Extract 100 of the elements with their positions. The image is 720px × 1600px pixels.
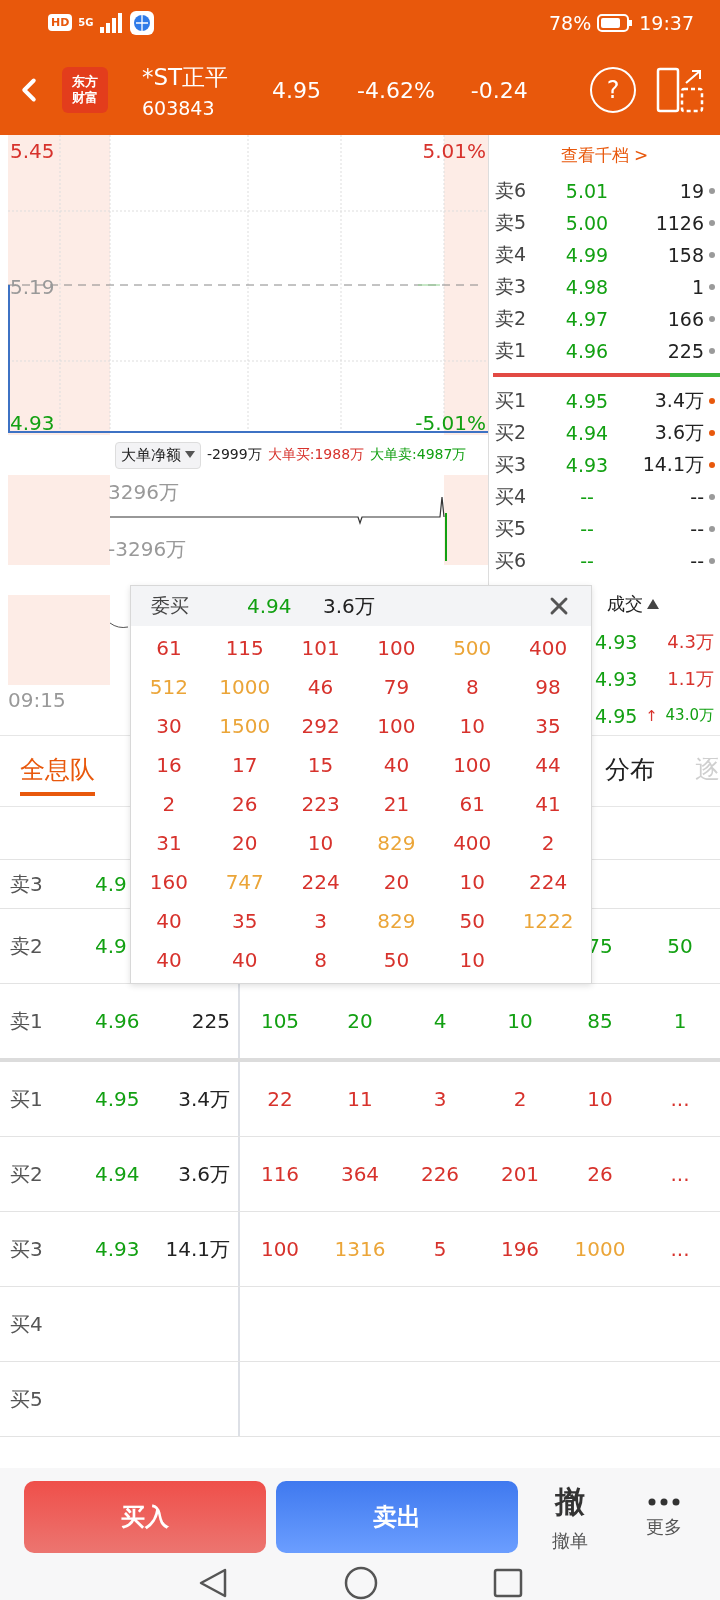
level-price: 4.98: [564, 276, 610, 298]
order-size: 46: [306, 674, 335, 699]
level-label: 买1: [495, 388, 528, 413]
order-size: 3: [432, 1087, 448, 1111]
order-size: 500: [452, 635, 493, 660]
big-buy-amount: 大单买:1988万: [267, 446, 365, 464]
order-size: 11: [346, 1087, 374, 1111]
change-percent: -4.62%: [357, 77, 435, 103]
order-size: 16: [155, 752, 183, 777]
level-label: 卖4: [495, 242, 528, 267]
queue-price: 4.96: [95, 1009, 141, 1033]
more-button[interactable]: 更多: [622, 1494, 706, 1540]
order-size: 50: [458, 908, 486, 933]
clock: 19:37: [639, 11, 694, 34]
battery-percent: 78%: [549, 11, 592, 34]
home-nav-icon[interactable]: [344, 1566, 378, 1600]
sell-button[interactable]: 卖出: [276, 1481, 518, 1553]
stock-code: 603843: [142, 96, 216, 119]
order-size: 5: [432, 1237, 448, 1261]
view-tab[interactable]: 全息队: [20, 746, 95, 796]
level-volume: 158: [666, 244, 704, 266]
queue-volume: 14.1万: [164, 1235, 231, 1263]
order-size: 8: [313, 947, 328, 972]
axis-label: 5.01%: [422, 139, 486, 163]
network-label: 5G: [78, 17, 94, 28]
queue-level-label: 买5: [9, 1385, 44, 1413]
order-size: 26: [586, 1162, 614, 1186]
trade-volume: 43.0万: [665, 706, 714, 725]
trade-price: 4.93: [595, 667, 638, 690]
order-size: 44: [534, 752, 562, 777]
order-size: 2: [512, 1087, 528, 1111]
back-nav-icon[interactable]: [197, 1567, 229, 1599]
last-price: 4.95: [272, 77, 321, 103]
order-size: 2: [540, 830, 556, 855]
level-volume: 14.1万: [641, 452, 704, 477]
order-size: 224: [528, 869, 569, 894]
order-size: 201: [499, 1162, 541, 1186]
order-size: 100: [376, 713, 417, 738]
queue-level-label: 买1: [9, 1085, 44, 1113]
order-size: 21: [382, 791, 411, 816]
stock-name: *ST正平: [142, 62, 230, 92]
level-label: 买5: [495, 516, 528, 541]
order-size: 100: [259, 1237, 301, 1261]
depth-link[interactable]: 查看千档 >: [489, 135, 720, 175]
queue-volume: 225: [190, 1009, 231, 1033]
recents-nav-icon[interactable]: [493, 1568, 523, 1598]
order-size: ...: [669, 1237, 691, 1261]
cancel-order-button[interactable]: 撤 撤单: [528, 1480, 612, 1554]
order-size: 79: [382, 674, 411, 699]
level-volume: 19: [678, 180, 704, 202]
order-size: ...: [669, 1162, 691, 1186]
axis-label: -3296万: [108, 536, 187, 563]
time-label: 09:15: [8, 688, 66, 712]
level-price: 4.93: [564, 454, 610, 476]
split-screen-icon[interactable]: [656, 67, 704, 113]
order-size: 1222: [521, 908, 575, 933]
order-size: 115: [224, 635, 265, 660]
level-price: 4.96: [564, 340, 610, 362]
order-size: 22: [266, 1087, 294, 1111]
order-size: 40: [382, 752, 411, 777]
order-size: 61: [458, 791, 486, 816]
level-price: --: [579, 486, 595, 508]
buy-button[interactable]: 买入: [24, 1481, 266, 1553]
caret-up-icon: [647, 599, 659, 609]
level-price: 4.94: [564, 422, 610, 444]
view-tab[interactable]: 分布: [605, 746, 655, 796]
order-size: 98: [534, 674, 562, 699]
level-label: 卖3: [495, 274, 528, 299]
queue-price: 4.95: [95, 1087, 141, 1111]
order-size: 2: [161, 791, 177, 816]
order-size: 17: [231, 752, 259, 777]
order-size: 31: [155, 830, 183, 855]
order-size: 10: [458, 713, 486, 738]
level-price: 4.97: [564, 308, 610, 330]
order-size: 223: [300, 791, 341, 816]
order-size: 10: [458, 869, 486, 894]
hd-badge: HD: [48, 14, 73, 31]
order-size: 10: [306, 830, 335, 855]
level-volume: --: [689, 518, 704, 540]
metric-dropdown[interactable]: 大单净额: [115, 441, 201, 469]
net-amount: -2999万: [207, 446, 262, 464]
popup-price: 4.94: [247, 594, 293, 618]
order-size: 1500: [218, 713, 272, 738]
order-size: 160: [148, 869, 189, 894]
order-size: 41: [534, 791, 562, 816]
help-button[interactable]: ?: [590, 67, 636, 113]
level-label: 卖5: [495, 210, 528, 235]
order-size: 100: [376, 635, 417, 660]
queue-level-label: 卖1: [9, 1007, 44, 1035]
order-size: 226: [419, 1162, 461, 1186]
order-size: 101: [300, 635, 341, 660]
axis-label: 5.45: [10, 139, 55, 163]
order-size: 100: [452, 752, 493, 777]
queue-level-label: 买2: [9, 1160, 44, 1188]
level-price: 4.95: [564, 390, 610, 412]
queue-price: 4.9: [95, 872, 128, 896]
trade-price: 4.93: [595, 630, 638, 653]
order-size: 40: [155, 947, 183, 972]
axis-label: 3296万: [108, 479, 179, 506]
big-sell-amount: 大单卖:4987万: [370, 446, 467, 464]
